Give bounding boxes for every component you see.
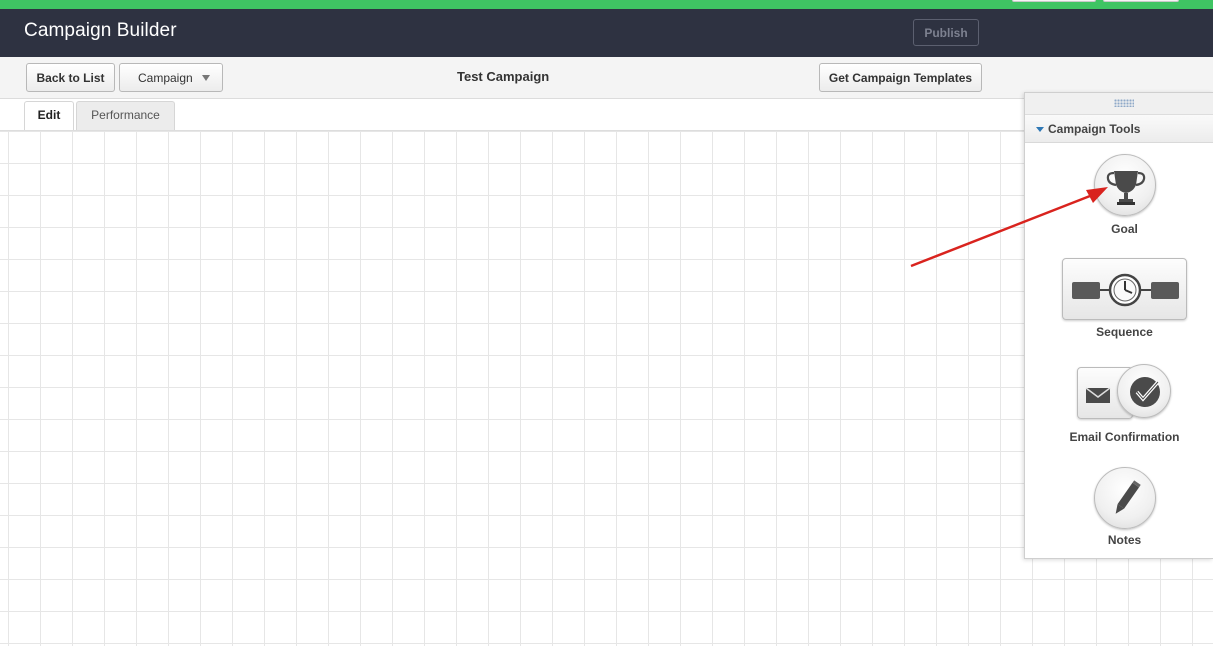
get-campaign-templates-button[interactable]: Get Campaign Templates — [819, 63, 982, 92]
sequence-timer-icon — [1062, 258, 1187, 320]
tool-email-confirmation[interactable]: Email Confirmation — [1025, 364, 1213, 448]
publish-button[interactable]: Publish — [913, 19, 979, 46]
app-header: Campaign Builder Publish — [0, 9, 1213, 57]
checkmark-icon — [1117, 364, 1171, 418]
browser-tab-stub — [1012, 0, 1096, 2]
collapse-triangle-icon — [1036, 127, 1044, 132]
campaign-dropdown[interactable]: Campaign — [119, 63, 223, 92]
tool-email-confirmation-label: Email Confirmation — [1069, 430, 1180, 444]
app-title: Campaign Builder — [24, 20, 177, 41]
browser-tab-stub — [1103, 0, 1179, 2]
pencil-icon — [1094, 467, 1156, 529]
campaign-name: Test Campaign — [457, 69, 550, 84]
chevron-down-icon — [202, 75, 210, 81]
tool-goal-label: Goal — [1111, 222, 1138, 236]
top-accent-strip — [0, 0, 1213, 9]
tool-notes[interactable]: Notes — [1025, 464, 1213, 554]
tool-notes-label: Notes — [1107, 533, 1142, 547]
tool-sequence[interactable]: Sequence — [1025, 258, 1213, 342]
trophy-icon — [1094, 154, 1156, 216]
grip-icon — [1114, 99, 1134, 107]
tool-goal[interactable]: Goal — [1025, 144, 1213, 238]
tab-performance[interactable]: Performance — [76, 101, 175, 130]
back-to-list-button[interactable]: Back to List — [26, 63, 115, 92]
panel-drag-handle[interactable] — [1025, 93, 1213, 115]
tool-sequence-label: Sequence — [1096, 325, 1153, 339]
campaign-tools-title: Campaign Tools — [1048, 122, 1141, 136]
campaign-tools-panel: Campaign Tools Goal Sequence Email Confi… — [1024, 92, 1213, 559]
campaign-dropdown-label: Campaign — [138, 70, 193, 85]
tab-edit[interactable]: Edit — [24, 101, 74, 131]
campaign-tools-header[interactable]: Campaign Tools — [1025, 115, 1213, 143]
